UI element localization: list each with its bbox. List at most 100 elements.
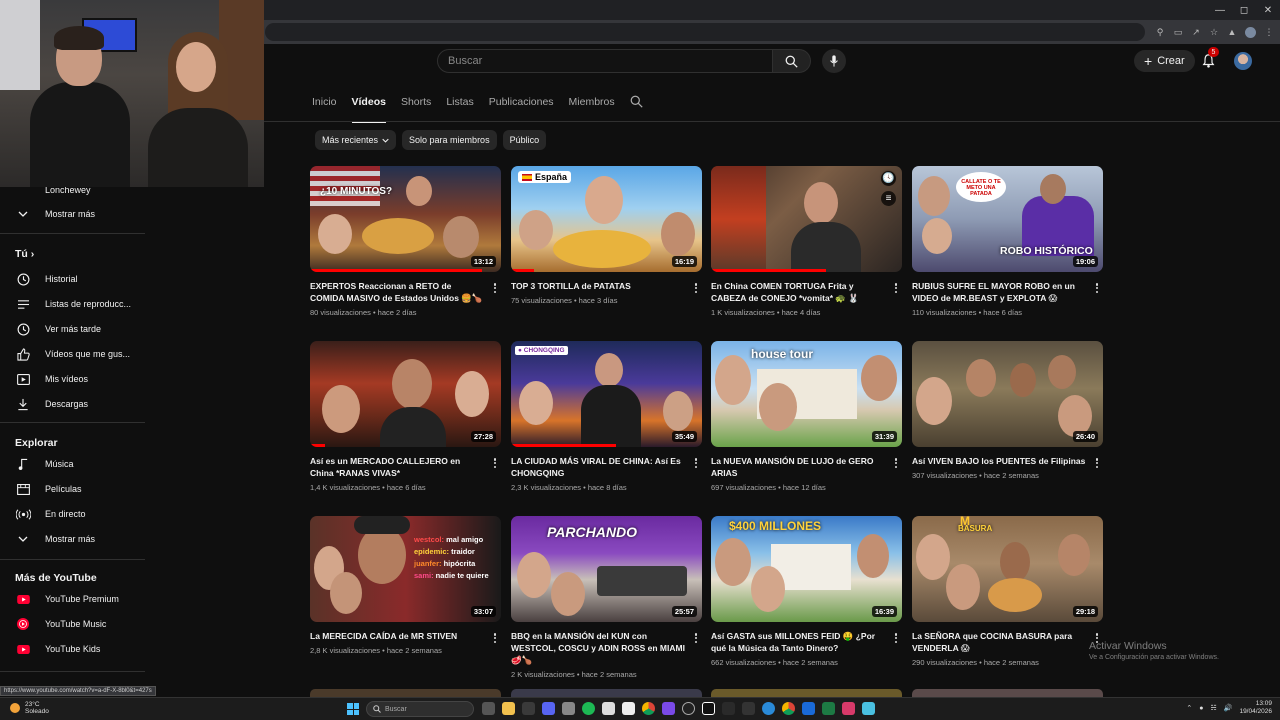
video-thumbnail[interactable]: $400 MILLONES 16:39 bbox=[711, 516, 902, 622]
tab-publicaciones[interactable]: Publicaciones bbox=[489, 96, 554, 116]
close-icon[interactable]: ✕ bbox=[1256, 0, 1280, 20]
video-thumbnail[interactable]: PARCHANDO 25:57 bbox=[511, 516, 702, 622]
video-title[interactable]: EXPERTOS Reaccionan a RETO de COMIDA MAS… bbox=[310, 280, 485, 304]
video-menu-button[interactable] bbox=[692, 631, 700, 645]
video-card[interactable]: ¿10 MINUTOS? 13:12 EXPERTOS Reaccionan a… bbox=[310, 166, 501, 317]
capcut-icon[interactable] bbox=[702, 702, 715, 715]
volume-icon[interactable]: 🔊 bbox=[1224, 704, 1233, 712]
search-input[interactable] bbox=[438, 50, 772, 72]
video-menu-button[interactable] bbox=[892, 456, 900, 470]
voice-search-button[interactable] bbox=[822, 49, 846, 73]
mic-tray-icon[interactable]: ● bbox=[1199, 705, 1203, 712]
video-menu-button[interactable] bbox=[491, 281, 499, 295]
windows-start-icon[interactable] bbox=[347, 703, 359, 715]
video-title[interactable]: La NUEVA MANSIÓN DE LUJO de GERO ARIAS bbox=[711, 455, 886, 479]
video-thumbnail-partial[interactable] bbox=[912, 689, 1103, 697]
add-to-queue-icon[interactable]: ≡ bbox=[881, 191, 896, 206]
app-icon[interactable] bbox=[802, 702, 815, 715]
discord-icon[interactable] bbox=[542, 702, 555, 715]
video-thumbnail[interactable]: España 16:19 bbox=[511, 166, 702, 272]
document-icon[interactable] bbox=[602, 702, 615, 715]
video-card[interactable]: 27:28 Así es un MERCADO CALLEJERO en Chi… bbox=[310, 341, 501, 492]
video-title[interactable]: Así VIVEN BAJO los PUENTES de Filipinas bbox=[912, 455, 1087, 467]
sidebar-item-liked[interactable]: Vídeos que me gus... bbox=[0, 343, 145, 365]
video-thumbnail[interactable]: 26:40 bbox=[912, 341, 1103, 447]
video-card[interactable]: ● CHONGQING 35:49 LA CIUDAD MÁS VIRAL DE… bbox=[511, 341, 702, 492]
video-title[interactable]: RUBIUS SUFRE EL MAYOR ROBO en un VIDEO d… bbox=[912, 280, 1087, 304]
sidebar-item-live[interactable]: En directo bbox=[0, 503, 145, 525]
video-menu-button[interactable] bbox=[491, 456, 499, 470]
app-icon[interactable] bbox=[722, 702, 735, 715]
video-menu-button[interactable] bbox=[1093, 456, 1101, 470]
tab-shorts[interactable]: Shorts bbox=[401, 96, 431, 116]
file-explorer-icon[interactable] bbox=[502, 702, 515, 715]
chip-members-only[interactable]: Solo para miembros bbox=[402, 130, 497, 150]
chevron-up-icon[interactable]: ⌃ bbox=[1186, 704, 1192, 712]
video-card[interactable]: CALLATE O TE METO UNA PATADA ROBO HISTÓR… bbox=[912, 166, 1103, 317]
video-menu-button[interactable] bbox=[491, 631, 499, 645]
restore-icon[interactable]: ◻ bbox=[1232, 0, 1256, 20]
video-card[interactable]: BASURA M 29:18 La SEÑORA que COCINA BASU… bbox=[912, 516, 1103, 667]
chrome-menu-icon[interactable]: ⋮ bbox=[1264, 27, 1274, 37]
tab-inicio[interactable]: Inicio bbox=[312, 96, 337, 116]
sidebar-item-show-more[interactable]: Mostrar más bbox=[0, 203, 145, 225]
avatar[interactable] bbox=[1234, 52, 1252, 70]
video-card[interactable]: westcol: mal amigo epidemic: traidor juanf… bbox=[310, 516, 501, 655]
store-icon[interactable] bbox=[522, 702, 535, 715]
sidebar-item-movies[interactable]: Películas bbox=[0, 478, 145, 500]
video-menu-button[interactable] bbox=[892, 631, 900, 645]
tab-listas[interactable]: Listas bbox=[446, 96, 473, 116]
video-title[interactable]: La SEÑORA que COCINA BASURA para VENDERL… bbox=[912, 630, 1087, 654]
video-thumbnail[interactable]: 27:28 bbox=[310, 341, 501, 447]
camera-icon[interactable] bbox=[742, 702, 755, 715]
search-button[interactable] bbox=[773, 49, 811, 73]
video-card[interactable]: 26:40 Así VIVEN BAJO los PUENTES de Fili… bbox=[912, 341, 1103, 480]
video-thumbnail-partial[interactable] bbox=[310, 689, 501, 697]
sidebar-item-playlists[interactable]: Listas de reproducc... bbox=[0, 293, 145, 315]
create-button[interactable]: + Crear bbox=[1134, 50, 1195, 72]
sidebar-item-music[interactable]: Música bbox=[0, 453, 145, 475]
extensions-icon[interactable]: ▲ bbox=[1227, 27, 1237, 37]
tab-videos[interactable]: Vídeos bbox=[351, 96, 387, 123]
app-icon[interactable] bbox=[842, 702, 855, 715]
address-bar[interactable] bbox=[265, 23, 1145, 41]
edge-icon[interactable] bbox=[762, 702, 775, 715]
network-icon[interactable]: ☵ bbox=[1210, 704, 1216, 712]
video-card[interactable]: España 16:19 TOP 3 TORTILLA de PATATAS 7… bbox=[511, 166, 702, 305]
taskbar-search[interactable]: Buscar bbox=[366, 701, 474, 717]
obs-icon[interactable] bbox=[682, 702, 695, 715]
video-card[interactable]: 🕓 ≡ En China COMEN TORTUGA Frita y CABEZ… bbox=[711, 166, 902, 317]
video-thumbnail-partial[interactable] bbox=[711, 689, 902, 697]
video-card[interactable]: $400 MILLONES 16:39 Así GASTA sus MILLON… bbox=[711, 516, 902, 667]
clock[interactable]: 13:09 19/04/2026 bbox=[1239, 700, 1272, 716]
video-thumbnail[interactable]: 🕓 ≡ bbox=[711, 166, 902, 272]
video-thumbnail[interactable]: BASURA M 29:18 bbox=[912, 516, 1103, 622]
cast-icon[interactable]: ▭ bbox=[1173, 27, 1183, 37]
notepad-icon[interactable] bbox=[622, 702, 635, 715]
watch-later-icon[interactable]: 🕓 bbox=[881, 171, 896, 186]
sidebar-item-watch-later[interactable]: Ver más tarde bbox=[0, 318, 145, 340]
task-view-icon[interactable] bbox=[482, 702, 495, 715]
settings-icon[interactable] bbox=[562, 702, 575, 715]
minimize-icon[interactable]: — bbox=[1208, 0, 1232, 20]
share-icon[interactable]: ↗ bbox=[1191, 27, 1201, 37]
excel-icon[interactable] bbox=[822, 702, 835, 715]
search-box[interactable] bbox=[437, 49, 773, 73]
video-menu-button[interactable] bbox=[692, 281, 700, 295]
sidebar-item-show-more-2[interactable]: Mostrar más bbox=[0, 528, 145, 550]
video-title[interactable]: En China COMEN TORTUGA Frita y CABEZA de… bbox=[711, 280, 886, 304]
profile-icon[interactable] bbox=[1245, 26, 1256, 38]
video-thumbnail[interactable]: ● CHONGQING 35:49 bbox=[511, 341, 702, 447]
video-title[interactable]: Así es un MERCADO CALLEJERO en China *RA… bbox=[310, 455, 485, 479]
sidebar-item-my-videos[interactable]: Mis vídeos bbox=[0, 368, 145, 390]
video-title[interactable]: LA CIUDAD MÁS VIRAL DE CHINA: Así Es CHO… bbox=[511, 455, 686, 479]
chip-public[interactable]: Público bbox=[502, 130, 547, 150]
video-menu-button[interactable] bbox=[692, 456, 700, 470]
chip-sort[interactable]: Más recientes bbox=[315, 130, 397, 150]
bookmark-star-icon[interactable]: ☆ bbox=[1209, 27, 1219, 37]
sidebar-item-premium[interactable]: YouTube Premium bbox=[0, 588, 145, 610]
video-title[interactable]: La MERECIDA CAÍDA de MR STIVEN bbox=[310, 630, 485, 642]
sidebar-item-downloads[interactable]: Descargas bbox=[0, 393, 145, 415]
video-thumbnail[interactable]: house tour 31:39 bbox=[711, 341, 902, 447]
app-icon[interactable] bbox=[662, 702, 675, 715]
